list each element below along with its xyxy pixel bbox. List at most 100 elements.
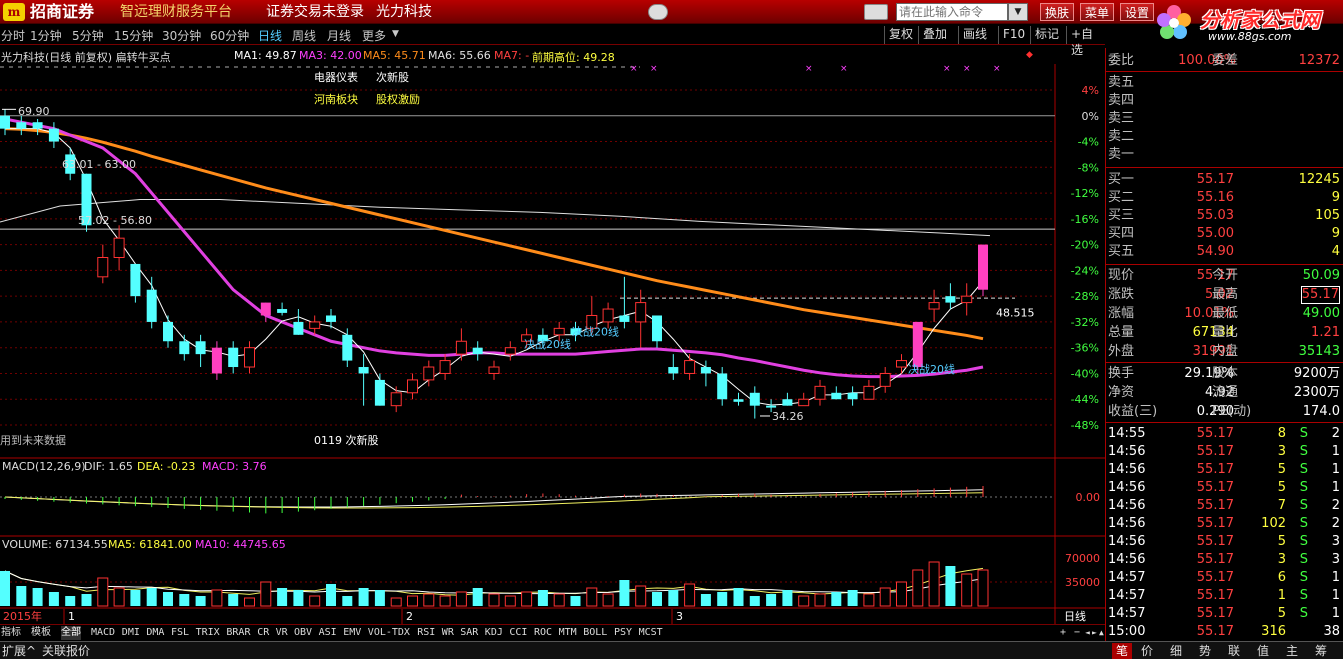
volume-bar (195, 596, 206, 606)
tick-count: 1 (1331, 570, 1340, 585)
indicator-tab-vr[interactable]: VR (276, 626, 288, 640)
bid-price: 55.03 (1196, 208, 1234, 223)
volume-bar (48, 592, 59, 606)
indicator-tab-brar[interactable]: BRAR (226, 626, 250, 640)
volume-bar (684, 583, 696, 607)
period-weekly[interactable]: 周线 (292, 27, 316, 44)
scroll-left-icon[interactable]: ◄ (1085, 626, 1090, 640)
indicator-tab-模板[interactable]: 模板 (31, 626, 51, 640)
command-dropdown-button[interactable]: ▼ (1008, 3, 1028, 21)
panel-tab-4[interactable]: 联 (1228, 643, 1240, 659)
indicator-tab-cci[interactable]: CCI (509, 626, 527, 640)
command-input[interactable] (896, 3, 1008, 21)
settings-dot-icon[interactable]: ◆ (1026, 50, 1033, 60)
panel-tab-3[interactable]: 势 (1199, 643, 1211, 659)
tick-price: 55.17 (1196, 480, 1234, 495)
indicator-tab-emv[interactable]: EMV (343, 626, 361, 640)
tick-count: 2 (1331, 498, 1340, 513)
network-status-icon[interactable] (648, 4, 668, 20)
period-monthly[interactable]: 月线 (327, 27, 351, 44)
overlay-button[interactable]: 叠加 (918, 26, 951, 44)
indicator-tab-mtm[interactable]: MTM (559, 626, 577, 640)
indicator-tab-boll[interactable]: BOLL (583, 626, 607, 640)
candle-body (260, 302, 271, 316)
indicator-tab-cr[interactable]: CR (257, 626, 269, 640)
period-15min[interactable]: 15分钟 (114, 27, 153, 44)
indicator-tab-sar[interactable]: SAR (460, 626, 478, 640)
ask-label: 卖二 (1108, 129, 1135, 144)
candle-body (978, 244, 988, 290)
indicator-tab-rsi[interactable]: RSI (417, 626, 435, 640)
indicator-tab-fsl[interactable]: FSL (171, 626, 189, 640)
tick-price: 55.17 (1196, 516, 1234, 531)
fuquan-button[interactable]: 复权 (884, 26, 917, 44)
volume-bar (146, 588, 157, 606)
volume-bar (733, 588, 744, 606)
sector-tag[interactable]: 股权激励 (376, 91, 420, 107)
indicator-tab-asi[interactable]: ASI (319, 626, 337, 640)
app-subtitle: 智远理财服务平台 (120, 4, 232, 20)
candle-body (32, 122, 43, 129)
tick-time: 14:56 (1108, 462, 1146, 477)
more-dropdown-icon[interactable]: ▼ (392, 29, 399, 39)
menu-button[interactable]: 菜单 (1080, 3, 1115, 21)
indicator-tab-trix[interactable]: TRIX (196, 626, 220, 640)
expand-button[interactable]: 扩展^ (2, 643, 36, 659)
sector-tag[interactable]: 河南板块 (314, 91, 358, 107)
panel-tab-7[interactable]: 筹 (1315, 643, 1327, 659)
sector-tag[interactable]: 次新股 (376, 69, 409, 85)
indicator-tab-dma[interactable]: DMA (146, 626, 164, 640)
skin-button[interactable]: 换肤 (1040, 3, 1075, 21)
zoom-out-icon[interactable]: − (1074, 626, 1080, 640)
indicator-tab-mcst[interactable]: MCST (639, 626, 663, 640)
f10-button[interactable]: F10 (998, 26, 1029, 44)
panel-tab-2[interactable]: 细 (1170, 643, 1182, 659)
candle-body (472, 347, 483, 355)
panel-tab-1[interactable]: 价 (1141, 643, 1153, 659)
sector-tag[interactable]: 电器仪表 (314, 69, 358, 85)
ma5-value: MA5: 45.71 (363, 49, 426, 62)
indicator-tab-macd[interactable]: MACD (91, 626, 115, 640)
indicator-tab-roc[interactable]: ROC (534, 626, 552, 640)
quote-value: 55.17 (1300, 286, 1340, 304)
quote-row: 外盘 31991 内盘 35143 (1106, 343, 1343, 361)
indicator-tab-kdj[interactable]: KDJ (485, 626, 503, 640)
period-5min[interactable]: 5分钟 (72, 27, 104, 44)
mark-button[interactable]: 标记 (1030, 26, 1063, 44)
kline-chart[interactable]: 4% 0% -4% -8% -12% -16% -20% -24% -28% -32% -36% -4… (0, 64, 1105, 624)
period-fenshi[interactable]: 分时 (1, 27, 25, 44)
indicator-tab-vol-tdx[interactable]: VOL-TDX (368, 626, 410, 640)
period-1min[interactable]: 1分钟 (30, 27, 62, 44)
period-60min[interactable]: 60分钟 (210, 27, 249, 44)
strategy-annotation: 决战20线 (524, 337, 571, 351)
macd-value-label: MACD: 3.76 (202, 460, 267, 473)
pct-axis-label: -24% (1071, 264, 1099, 277)
indicator-tab-psy[interactable]: PSY (614, 626, 632, 640)
related-quote-button[interactable]: 关联报价 (42, 643, 90, 659)
indicator-tab-wr[interactable]: WR (442, 626, 454, 640)
scroll-up-icon[interactable]: ▲ (1099, 626, 1104, 640)
quote-row: 总量 67134 量比 1.21 (1106, 324, 1343, 342)
panel-tab-0[interactable]: 笔 (1112, 643, 1133, 659)
keyboard-icon[interactable] (864, 4, 888, 20)
indicator-tab-全部[interactable]: 全部 (61, 626, 81, 640)
settings-button[interactable]: 设置 (1120, 3, 1155, 21)
add-watchlist-button[interactable]: +自选 (1066, 26, 1105, 57)
panel-tab-5[interactable]: 值 (1257, 643, 1269, 659)
period-more[interactable]: 更多 (362, 27, 386, 44)
scroll-right-icon[interactable]: ► (1092, 626, 1097, 640)
draw-line-button[interactable]: 画线 (958, 26, 991, 44)
period-daily[interactable]: 日线 (258, 27, 282, 44)
pct-axis-label: -8% (1078, 161, 1099, 174)
quote-value: 50.09 (1302, 268, 1340, 283)
volume-bar (374, 590, 385, 606)
indicator-tab-指标[interactable]: 指标 (1, 626, 21, 640)
indicator-tab-dmi[interactable]: DMI (122, 626, 140, 640)
tick-price: 55.17 (1196, 444, 1234, 459)
period-30min[interactable]: 30分钟 (162, 27, 201, 44)
zoom-in-icon[interactable]: + (1060, 626, 1066, 640)
trade-login-status[interactable]: 证券交易未登录 (266, 3, 364, 21)
panel-tab-6[interactable]: 主 (1286, 643, 1298, 659)
indicator-tab-obv[interactable]: OBV (294, 626, 312, 640)
kline-chart-svg[interactable]: 4% 0% -4% -8% -12% -16% -20% -24% -28% -32% -36% -4… (0, 64, 1105, 624)
